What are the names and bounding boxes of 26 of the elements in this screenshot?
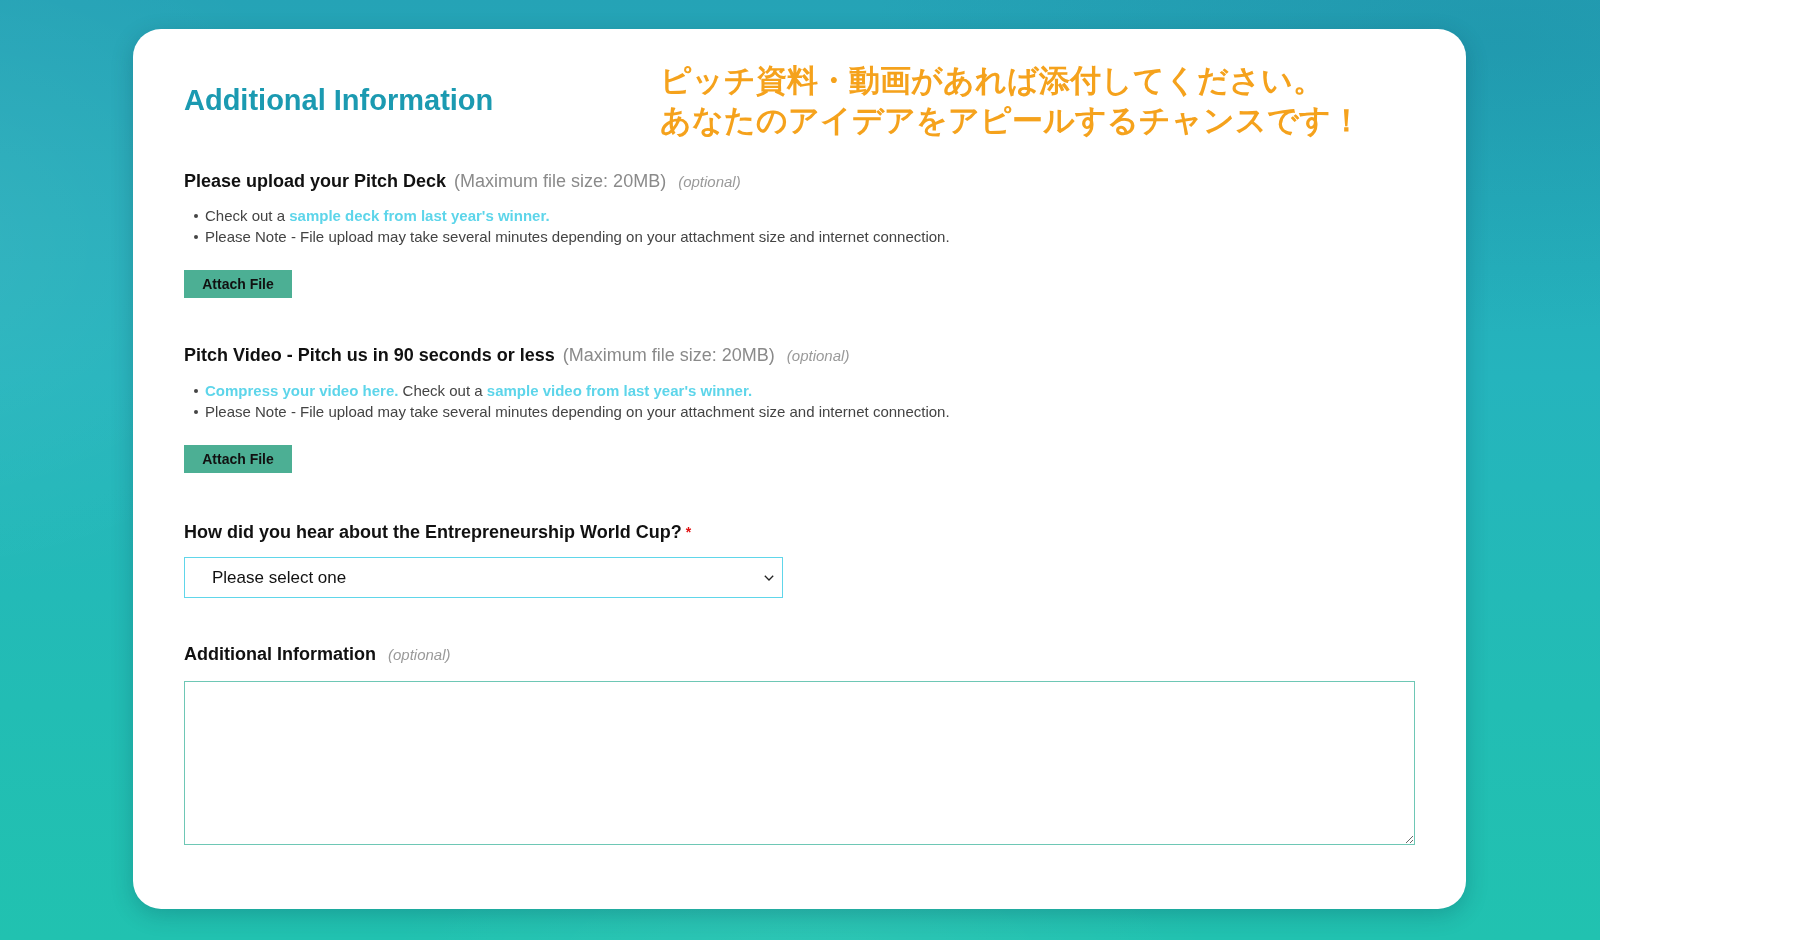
chevron-down-icon <box>764 574 774 581</box>
section-heading: Additional Information <box>184 83 495 118</box>
file-size-note: (Maximum file size: 20MB) <box>454 171 667 191</box>
promo-text: ピッチ資料・動画があれば添付してください。 <box>660 61 1325 100</box>
bullet-icon <box>194 213 198 218</box>
note-text: Check out a sample deck from last year's winner. <box>205 206 550 226</box>
bullet-icon <box>194 234 198 239</box>
required-asterisk: * <box>685 523 692 542</box>
select-field[interactable]: Please select one <box>184 557 783 598</box>
file-size-note: (Maximum file size: 20MB) <box>562 345 775 365</box>
field-label: Pitch Video - Pitch us in 90 seconds or less <box>184 345 555 365</box>
note-text: Please Note - File upload may take several minutes depending on your attachment size and internet connection. <box>205 227 950 247</box>
optional-note: (optional) <box>678 172 741 192</box>
attach-file-button[interactable]: Attach File <box>184 445 292 473</box>
text-area-field[interactable] <box>184 681 1415 845</box>
note-text: Please Note - File upload may take several minutes depending on your attachment size and internet connection. <box>205 402 950 422</box>
field-label: Please upload your Pitch Deck <box>184 171 447 191</box>
bullet-icon <box>194 409 198 414</box>
bullet-icon <box>194 388 198 393</box>
optional-note: (optional) <box>388 645 451 665</box>
field-label: Additional Information <box>184 644 376 664</box>
note-text: Compress your video here. Check out a sample video from last year's winner. <box>205 381 753 401</box>
optional-note: (optional) <box>786 346 850 366</box>
attach-file-button[interactable]: Attach File <box>184 270 292 298</box>
field-label: How did you hear about the Entrepreneurship World Cup? <box>184 522 682 542</box>
promo-text: あなたのアイデアをアピールするチャンスです！ <box>660 101 1363 140</box>
